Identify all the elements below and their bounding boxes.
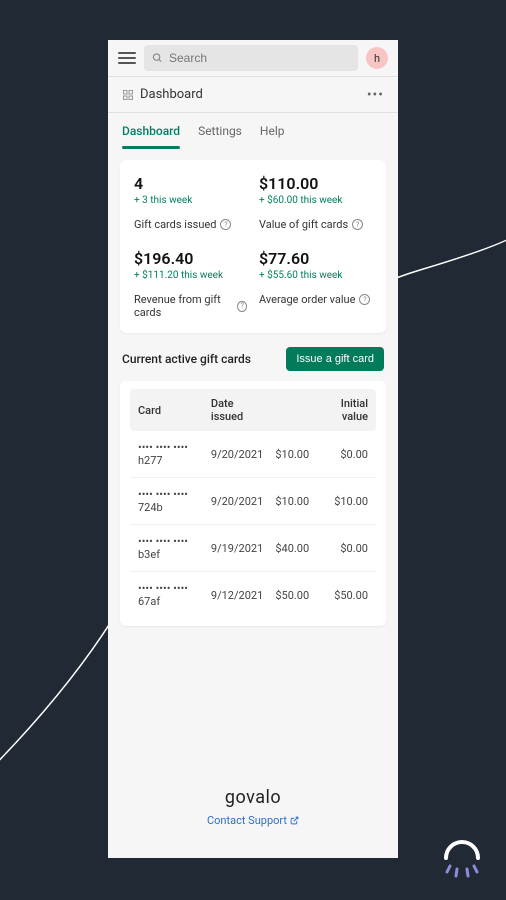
- help-icon[interactable]: ?: [352, 219, 363, 230]
- help-icon[interactable]: ?: [359, 294, 370, 305]
- th-card: Card: [130, 389, 207, 431]
- issue-gift-card-button[interactable]: Issue a gift card: [286, 347, 384, 371]
- stat-value: $77.60: [259, 249, 372, 268]
- breadcrumb-bar: Dashboard •••: [108, 76, 398, 112]
- cell-initial: $10.00: [313, 478, 376, 525]
- th-date: Date issued: [207, 389, 271, 431]
- cell-date: 9/20/2021: [207, 478, 271, 525]
- tab-dashboard[interactable]: Dashboard: [122, 114, 180, 148]
- stat-issued: 4 + 3 this week Gift cards issued ?: [134, 174, 247, 231]
- cell-card: •••• •••• •••• 67af: [130, 572, 207, 619]
- app-icon: [122, 89, 134, 101]
- cell-date: 9/19/2021: [207, 525, 271, 572]
- stat-aov: $77.60 + $55.60 this week Average order …: [259, 249, 372, 319]
- stat-label: Value of gift cards ?: [259, 218, 372, 231]
- top-bar: h: [108, 40, 398, 76]
- stat-value-cards: $110.00 + $60.00 this week Value of gift…: [259, 174, 372, 231]
- th-initial: Initial value: [313, 389, 376, 431]
- active-cards-header: Current active gift cards Issue a gift c…: [122, 347, 384, 371]
- search-icon: [152, 52, 163, 64]
- table-row[interactable]: •••• •••• •••• b3ef9/19/2021$40.00$0.00: [130, 525, 376, 572]
- gift-cards-table-card: Card Date issued Initial value •••• ••••…: [120, 381, 386, 626]
- th-amt: [271, 389, 313, 431]
- table-row[interactable]: •••• •••• •••• h2779/20/2021$10.00$0.00: [130, 431, 376, 478]
- brand-logo: govalo: [120, 787, 386, 808]
- footer: govalo Contact Support: [120, 773, 386, 846]
- table-row[interactable]: •••• •••• •••• 724b9/20/2021$10.00$10.00: [130, 478, 376, 525]
- cell-amt: $50.00: [271, 572, 313, 619]
- stat-value: 4: [134, 174, 247, 193]
- breadcrumb-title: Dashboard: [140, 87, 203, 102]
- cell-initial: $50.00: [313, 572, 376, 619]
- stat-delta: + 3 this week: [134, 195, 247, 206]
- stat-delta: + $55.60 this week: [259, 270, 372, 281]
- table-header-row: Card Date issued Initial value: [130, 389, 376, 431]
- cell-date: 9/20/2021: [207, 431, 271, 478]
- stat-revenue: $196.40 + $111.20 this week Revenue from…: [134, 249, 247, 319]
- avatar[interactable]: h: [366, 47, 388, 69]
- menu-icon[interactable]: [118, 49, 136, 67]
- tabs: Dashboard Settings Help: [108, 112, 398, 148]
- cell-amt: $40.00: [271, 525, 313, 572]
- tab-help[interactable]: Help: [260, 114, 285, 148]
- more-icon[interactable]: •••: [367, 87, 384, 103]
- contact-support-link[interactable]: Contact Support: [207, 814, 299, 827]
- table-row[interactable]: •••• •••• •••• 67af9/12/2021$50.00$50.00: [130, 572, 376, 619]
- stat-delta: + $60.00 this week: [259, 195, 372, 206]
- section-title: Current active gift cards: [122, 352, 251, 366]
- external-link-icon: [290, 816, 299, 825]
- help-icon[interactable]: ?: [237, 301, 247, 312]
- app-window: h Dashboard ••• Dashboard Settings Help …: [108, 40, 398, 858]
- stats-card: 4 + 3 this week Gift cards issued ? $110…: [120, 160, 386, 333]
- stat-value: $196.40: [134, 249, 247, 268]
- cell-amt: $10.00: [271, 478, 313, 525]
- cell-card: •••• •••• •••• h277: [130, 431, 207, 478]
- stat-label: Gift cards issued ?: [134, 218, 247, 231]
- help-icon[interactable]: ?: [220, 219, 231, 230]
- tab-settings[interactable]: Settings: [198, 114, 242, 148]
- stat-delta: + $111.20 this week: [134, 270, 247, 281]
- cell-card: •••• •••• •••• 724b: [130, 478, 207, 525]
- cell-amt: $10.00: [271, 431, 313, 478]
- stat-label: Revenue from gift cards ?: [134, 293, 247, 319]
- search-input[interactable]: [169, 51, 350, 65]
- cell-initial: $0.00: [313, 431, 376, 478]
- chat-widget[interactable]: [438, 832, 486, 880]
- stat-value: $110.00: [259, 174, 372, 193]
- stat-label: Average order value ?: [259, 293, 372, 306]
- gift-cards-table: Card Date issued Initial value •••• ••••…: [130, 389, 376, 618]
- search-bar[interactable]: [144, 45, 358, 71]
- cell-initial: $0.00: [313, 525, 376, 572]
- cell-card: •••• •••• •••• b3ef: [130, 525, 207, 572]
- content: 4 + 3 this week Gift cards issued ? $110…: [108, 148, 398, 858]
- cell-date: 9/12/2021: [207, 572, 271, 619]
